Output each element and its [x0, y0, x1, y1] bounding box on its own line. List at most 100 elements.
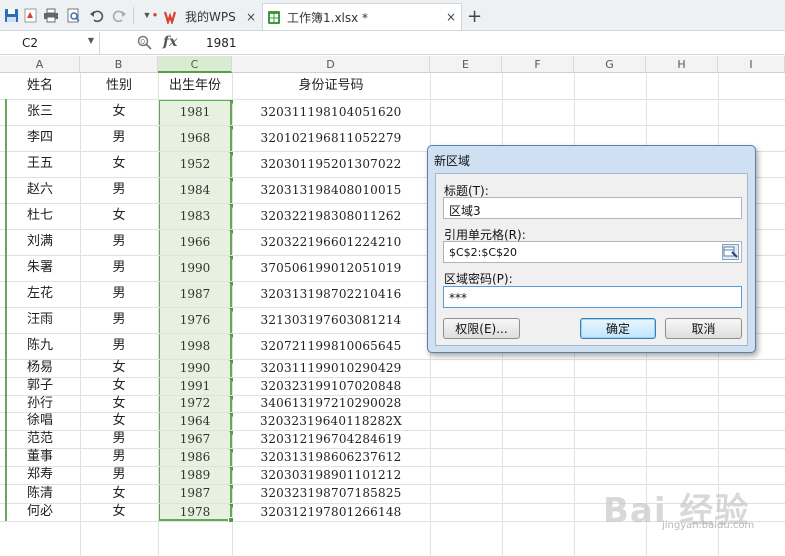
cell-name[interactable]: 孙行: [0, 395, 80, 412]
permissions-button[interactable]: 权限(E)...: [443, 318, 520, 339]
cell-id-number[interactable]: 320323198707185825: [232, 484, 430, 503]
cell-name[interactable]: 李四: [0, 125, 80, 151]
print-preview-icon[interactable]: [65, 7, 81, 23]
cell-birth-year[interactable]: 1998: [158, 333, 232, 359]
undo-icon[interactable]: [88, 7, 104, 23]
cell-birth-year[interactable]: 1952: [158, 151, 232, 177]
cell-birth-year[interactable]: 1987: [158, 281, 232, 307]
cell-gender[interactable]: 女: [80, 484, 158, 503]
cell-name[interactable]: 陈清: [0, 484, 80, 503]
cell-name[interactable]: 董事: [0, 448, 80, 466]
cell-gender[interactable]: 女: [80, 359, 158, 377]
column-header-f[interactable]: F: [502, 56, 574, 73]
cell-id-number[interactable]: 320311198104051620: [232, 99, 430, 125]
cell-gender[interactable]: 女: [80, 503, 158, 521]
cell-birth-year[interactable]: 1991: [158, 377, 232, 395]
tab-close-button[interactable]: ×: [246, 10, 256, 24]
cancel-button[interactable]: 取消: [665, 318, 742, 339]
cell-birth-year[interactable]: 1981: [158, 99, 232, 125]
cell-gender[interactable]: 女: [80, 99, 158, 125]
cell-gender[interactable]: 男: [80, 255, 158, 281]
cell-gender[interactable]: 男: [80, 281, 158, 307]
cell-id-number[interactable]: 320311199010290429: [232, 359, 430, 377]
cell-name[interactable]: 陈九: [0, 333, 80, 359]
column-header-g[interactable]: G: [574, 56, 646, 73]
cell-id-number[interactable]: 320322196601224210: [232, 229, 430, 255]
cell-birth-year[interactable]: 1986: [158, 448, 232, 466]
cell-id-number[interactable]: 320303198901101212: [232, 466, 430, 484]
column-header-e[interactable]: E: [430, 56, 502, 73]
column-header-d[interactable]: D: [232, 56, 430, 73]
cell-gender[interactable]: 女: [80, 412, 158, 430]
cell-birth-year[interactable]: 1978: [158, 503, 232, 521]
cell-birth-year[interactable]: 1990: [158, 359, 232, 377]
cell-birth-year[interactable]: 1984: [158, 177, 232, 203]
cell-id-number[interactable]: 320313198606237612: [232, 448, 430, 466]
cell-id-number[interactable]: 320322198308011262: [232, 203, 430, 229]
cell-birth-year[interactable]: 1966: [158, 229, 232, 255]
cell-birth-year[interactable]: 1968: [158, 125, 232, 151]
cell-gender[interactable]: 女: [80, 377, 158, 395]
cell-gender[interactable]: 男: [80, 307, 158, 333]
cell-gender[interactable]: 男: [80, 229, 158, 255]
tab-workbook[interactable]: 工作簿1.xlsx * ×: [262, 3, 462, 30]
cell-id-number[interactable]: 321303197603081214: [232, 307, 430, 333]
ok-button[interactable]: 确定: [580, 318, 656, 339]
cell-birth-year[interactable]: 1964: [158, 412, 232, 430]
cell-gender[interactable]: 男: [80, 177, 158, 203]
cell-gender[interactable]: 男: [80, 466, 158, 484]
cell-birth-year[interactable]: 1989: [158, 466, 232, 484]
cell-name[interactable]: 郭子: [0, 377, 80, 395]
cell-name[interactable]: 张三: [0, 99, 80, 125]
cell-id-number[interactable]: 340613197210290028: [232, 395, 430, 412]
cell-id-number[interactable]: 320301195201307022: [232, 151, 430, 177]
cell-id-number[interactable]: 320323199107020848: [232, 377, 430, 395]
cell-id-number[interactable]: 320312196704284619: [232, 430, 430, 448]
function-button[interactable]: fx: [163, 34, 177, 50]
cell-gender[interactable]: 女: [80, 151, 158, 177]
cell-name[interactable]: 何必: [0, 503, 80, 521]
cell-name[interactable]: 朱署: [0, 255, 80, 281]
tab-close-button[interactable]: ×: [446, 10, 456, 24]
header-id-number[interactable]: 身份证号码: [232, 73, 430, 99]
cell-id-number[interactable]: 320312197801266148: [232, 503, 430, 521]
column-header-h[interactable]: H: [646, 56, 718, 73]
cell-gender[interactable]: 男: [80, 448, 158, 466]
cell-name[interactable]: 左花: [0, 281, 80, 307]
cell-id-number[interactable]: 32032319640118282X: [232, 412, 430, 430]
cell-gender[interactable]: 男: [80, 333, 158, 359]
column-header-c[interactable]: C: [158, 56, 232, 73]
new-tab-button[interactable]: +: [467, 3, 483, 30]
cell-birth-year[interactable]: 1990: [158, 255, 232, 281]
password-field[interactable]: ***: [443, 286, 742, 308]
range-picker-icon[interactable]: [722, 244, 739, 260]
cell-birth-year[interactable]: 1976: [158, 307, 232, 333]
cell-id-number[interactable]: 320313198408010015: [232, 177, 430, 203]
cell-name[interactable]: 刘满: [0, 229, 80, 255]
cell-name[interactable]: 杨易: [0, 359, 80, 377]
title-field[interactable]: 区域3: [443, 197, 742, 219]
cell-id-number[interactable]: 320102196811052279: [232, 125, 430, 151]
save-icon[interactable]: [3, 7, 19, 23]
cell-id-number[interactable]: 370506199012051019: [232, 255, 430, 281]
zoom-icon[interactable]: Q: [137, 35, 152, 50]
column-header-b[interactable]: B: [80, 56, 158, 73]
header-birth-year[interactable]: 出生年份: [158, 73, 232, 99]
cell-name[interactable]: 郑寿: [0, 466, 80, 484]
formula-input[interactable]: 1981: [206, 36, 237, 50]
cell-name[interactable]: 徐唱: [0, 412, 80, 430]
cell-birth-year[interactable]: 1983: [158, 203, 232, 229]
header-name[interactable]: 姓名: [0, 73, 80, 99]
pdf-icon[interactable]: [22, 7, 38, 23]
name-box[interactable]: C2 ▼: [0, 32, 100, 54]
cell-name[interactable]: 王五: [0, 151, 80, 177]
cell-gender[interactable]: 女: [80, 203, 158, 229]
cell-name[interactable]: 赵六: [0, 177, 80, 203]
chevron-down-icon[interactable]: ▼: [88, 36, 94, 45]
tab-my-wps[interactable]: 我的WPS ×: [160, 3, 262, 30]
cell-gender[interactable]: 女: [80, 395, 158, 412]
cell-birth-year[interactable]: 1972: [158, 395, 232, 412]
cell-name[interactable]: 杜七: [0, 203, 80, 229]
header-gender[interactable]: 性别: [80, 73, 158, 99]
cell-name[interactable]: 范范: [0, 430, 80, 448]
